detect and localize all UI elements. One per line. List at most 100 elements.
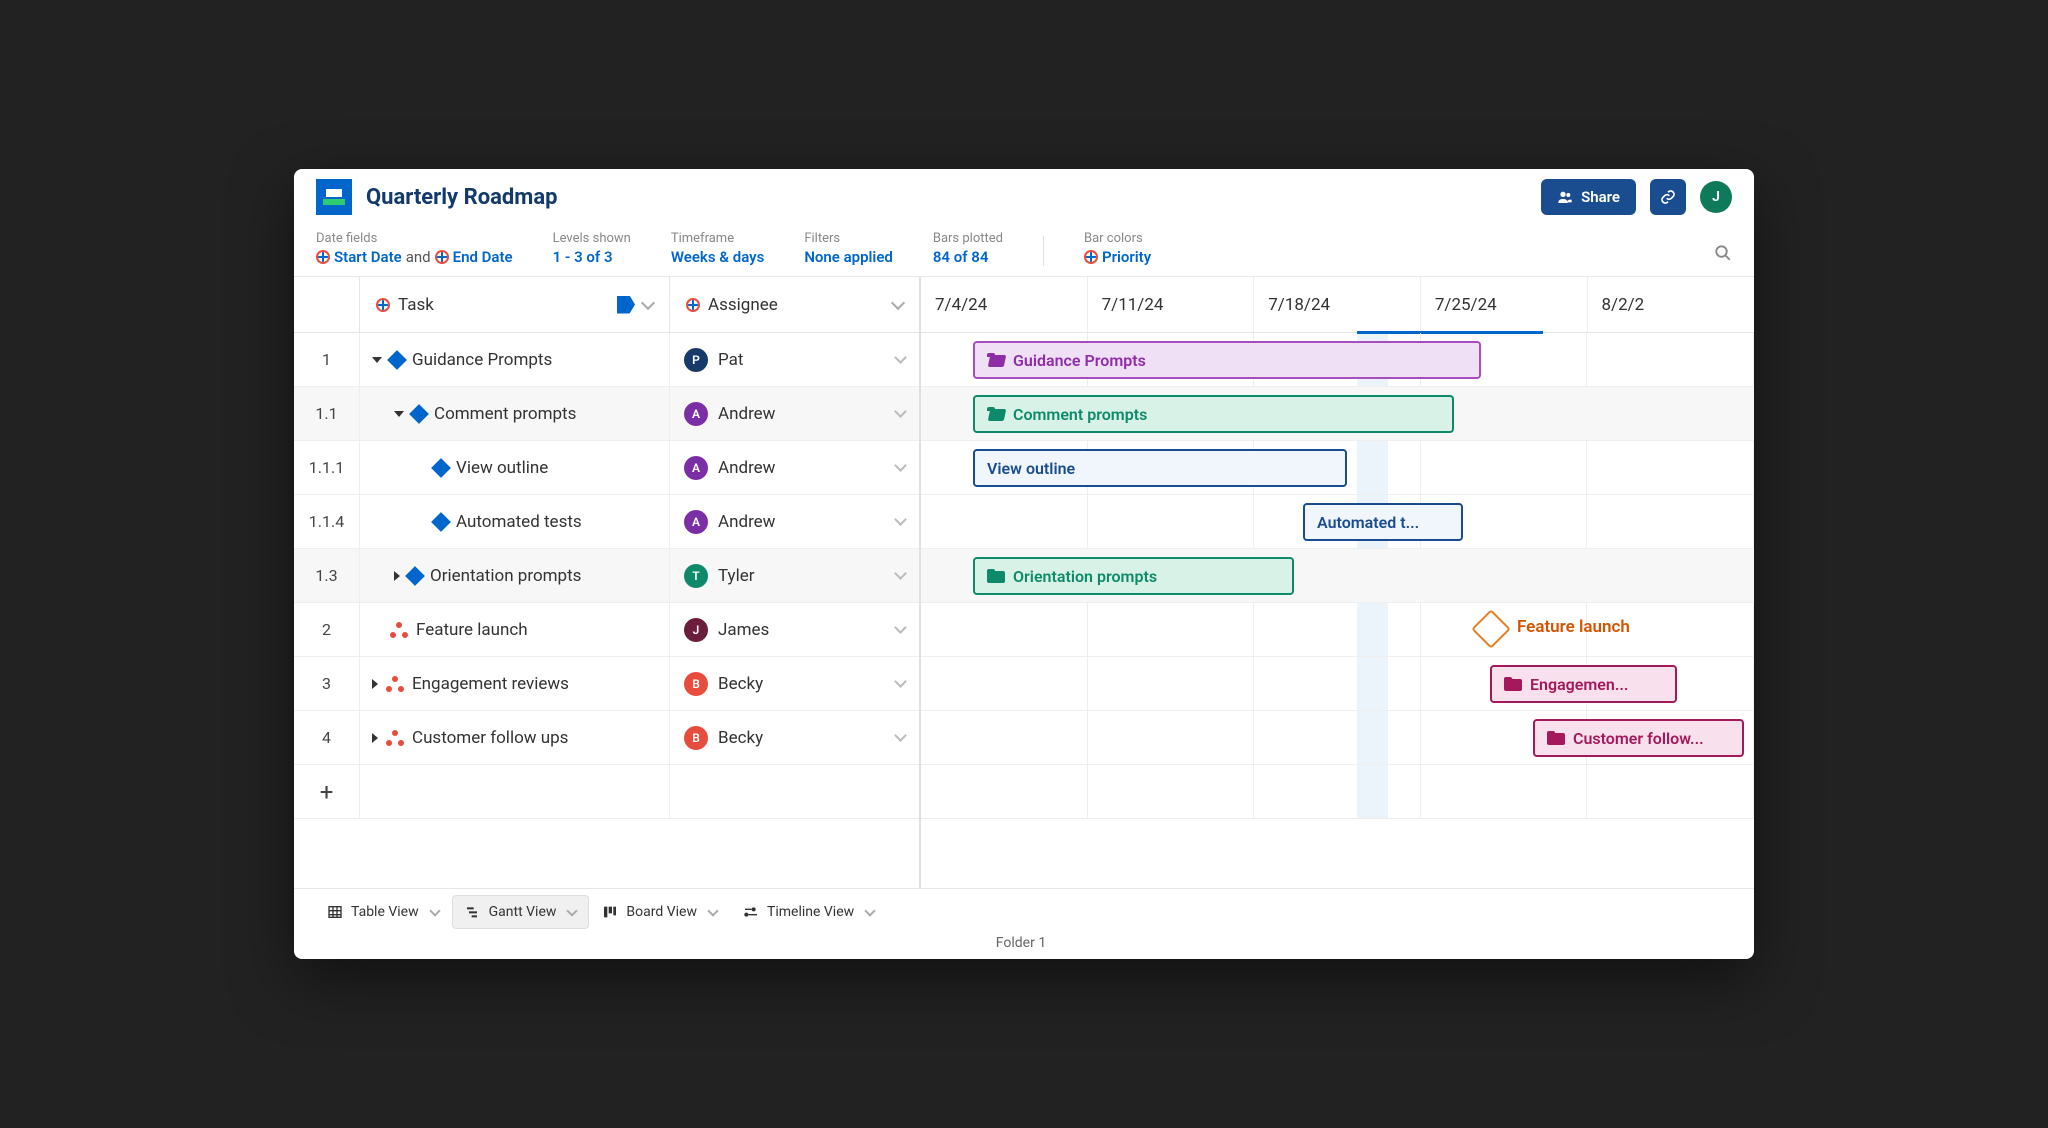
- gantt-bar-automated-tests[interactable]: Automated t...: [1303, 503, 1463, 541]
- timeline-icon: [743, 904, 759, 920]
- task-row[interactable]: 1.1.4Automated testsAAndrew: [294, 495, 919, 549]
- row-number: 2: [294, 603, 360, 657]
- assignee-cell[interactable]: A Andrew: [670, 441, 919, 494]
- task-row[interactable]: 1.1.1View outlineAAndrew: [294, 441, 919, 495]
- gantt-row: Comment prompts: [921, 387, 1754, 441]
- config-bars[interactable]: Bars plotted 84 of 84: [933, 231, 1003, 266]
- task-cell[interactable]: Guidance Prompts: [360, 333, 670, 386]
- share-label: Share: [1581, 188, 1620, 206]
- config-filters[interactable]: Filters None applied: [804, 231, 893, 266]
- gantt-bar-engagement[interactable]: Engagemen...: [1490, 665, 1677, 703]
- priority-dots-icon: [390, 622, 408, 638]
- date-col[interactable]: 7/4/24: [921, 277, 1088, 332]
- body: Task Assignee 1Guidance PromptsPPat1.1Co…: [294, 277, 1754, 888]
- chevron-down-icon: [894, 729, 907, 742]
- caret-right-icon[interactable]: [372, 733, 378, 743]
- assignee-name: Becky: [718, 674, 763, 694]
- gantt-bar-view-outline[interactable]: View outline: [973, 449, 1347, 487]
- tab-timeline-view[interactable]: Timeline View: [730, 895, 887, 929]
- diamond-icon: [431, 512, 451, 532]
- priority-dots-icon: [386, 676, 404, 692]
- chevron-down-icon: [894, 621, 907, 634]
- milestone-feature-launch[interactable]: [1471, 609, 1511, 649]
- config-bar-colors[interactable]: Bar colors Priority: [1084, 231, 1151, 266]
- assignee-name: Becky: [718, 728, 763, 748]
- config-bar: Date fields Start Date and End Date Leve…: [294, 225, 1754, 277]
- folder-open-icon: [987, 407, 1005, 421]
- chevron-down-icon: [894, 405, 907, 418]
- caret-down-icon[interactable]: [394, 411, 404, 417]
- col-assignee-header[interactable]: Assignee: [670, 277, 919, 332]
- task-cell[interactable]: View outline: [360, 441, 670, 494]
- task-panel: Task Assignee 1Guidance PromptsPPat1.1Co…: [294, 277, 921, 888]
- assignee-name: Tyler: [718, 566, 755, 586]
- chevron-down-icon: [891, 295, 905, 309]
- chevron-down-icon: [864, 905, 875, 916]
- assignee-name: Andrew: [718, 458, 775, 478]
- row-number: 1.1.4: [294, 495, 360, 549]
- config-timeframe[interactable]: Timeframe Weeks & days: [671, 231, 764, 266]
- assignee-cell[interactable]: AAndrew: [670, 387, 919, 440]
- diamond-icon: [431, 458, 451, 478]
- gantt-bar-orientation-prompts[interactable]: Orientation prompts: [973, 557, 1294, 595]
- share-button[interactable]: Share: [1541, 179, 1636, 215]
- row-number: 1.1: [294, 387, 360, 441]
- gantt-bar-guidance-prompts[interactable]: Guidance Prompts: [973, 341, 1481, 379]
- task-row[interactable]: 3Engagement reviewsBBecky: [294, 657, 919, 711]
- config-date-fields[interactable]: Date fields Start Date and End Date: [316, 231, 513, 266]
- gantt-row: Engagemen...: [921, 657, 1754, 711]
- caret-down-icon[interactable]: [372, 357, 382, 363]
- assignee-cell[interactable]: BBecky: [670, 711, 919, 764]
- assignee-cell[interactable]: JJames: [670, 603, 919, 656]
- add-row[interactable]: +: [294, 765, 919, 819]
- divider: [1043, 236, 1044, 266]
- task-rows: 1Guidance PromptsPPat1.1Comment promptsA…: [294, 333, 919, 765]
- gantt-row: Feature launch: [921, 603, 1754, 657]
- tab-gantt-view[interactable]: Gantt View: [452, 895, 590, 929]
- tab-table-view[interactable]: Table View: [314, 895, 452, 929]
- task-cell[interactable]: Automated tests: [360, 495, 670, 548]
- gantt-bar-comment-prompts[interactable]: Comment prompts: [973, 395, 1454, 433]
- task-row[interactable]: 2Feature launchJJames: [294, 603, 919, 657]
- page-title: Quarterly Roadmap: [366, 185, 1527, 210]
- assignee-avatar: T: [684, 564, 708, 588]
- diamond-icon: [405, 566, 425, 586]
- assignee-avatar: P: [684, 348, 708, 372]
- gantt-body: Guidance Prompts Comment prompts View ou…: [921, 333, 1754, 819]
- search-button[interactable]: [1714, 244, 1732, 266]
- tag-icon: [617, 296, 635, 314]
- tab-board-view[interactable]: Board View: [589, 895, 730, 929]
- task-cell[interactable]: Engagement reviews: [360, 657, 670, 710]
- folder-selector[interactable]: Folder 1: [294, 929, 1754, 959]
- globe-icon: [686, 298, 700, 312]
- milestone-label: Feature launch: [1517, 617, 1630, 637]
- assignee-cell[interactable]: BBecky: [670, 657, 919, 710]
- date-col[interactable]: 7/25/24: [1421, 277, 1588, 332]
- task-row[interactable]: 1.1Comment promptsAAndrew: [294, 387, 919, 441]
- assignee-name: Andrew: [718, 512, 775, 532]
- date-col[interactable]: 8/2/2: [1588, 277, 1755, 332]
- task-cell[interactable]: Customer follow ups: [360, 711, 670, 764]
- assignee-cell[interactable]: T Tyler: [670, 549, 919, 602]
- date-col[interactable]: 7/18/24: [1254, 277, 1421, 332]
- caret-right-icon[interactable]: [394, 571, 400, 581]
- date-headers: 7/4/24 7/11/24 7/18/24 7/25/24 8/2/2: [921, 277, 1754, 333]
- globe-icon: [1084, 250, 1098, 264]
- task-cell[interactable]: Orientation prompts: [360, 549, 670, 602]
- task-row[interactable]: 4Customer follow upsBBecky: [294, 711, 919, 765]
- task-cell[interactable]: Feature launch: [360, 603, 670, 656]
- date-col[interactable]: 7/11/24: [1088, 277, 1255, 332]
- copy-link-button[interactable]: [1650, 179, 1686, 215]
- assignee-cell[interactable]: PPat: [670, 333, 919, 386]
- task-row[interactable]: 1.3Orientation promptsTTyler: [294, 549, 919, 603]
- task-cell[interactable]: Comment prompts: [360, 387, 670, 440]
- assignee-avatar: A: [684, 456, 708, 480]
- config-levels[interactable]: Levels shown 1 - 3 of 3: [553, 231, 631, 266]
- chevron-down-icon: [707, 905, 718, 916]
- caret-right-icon[interactable]: [372, 679, 378, 689]
- user-avatar[interactable]: J: [1700, 181, 1732, 213]
- col-task-header[interactable]: Task: [360, 277, 670, 332]
- task-row[interactable]: 1Guidance PromptsPPat: [294, 333, 919, 387]
- assignee-cell[interactable]: AAndrew: [670, 495, 919, 548]
- gantt-bar-customer-followups[interactable]: Customer follow...: [1533, 719, 1744, 757]
